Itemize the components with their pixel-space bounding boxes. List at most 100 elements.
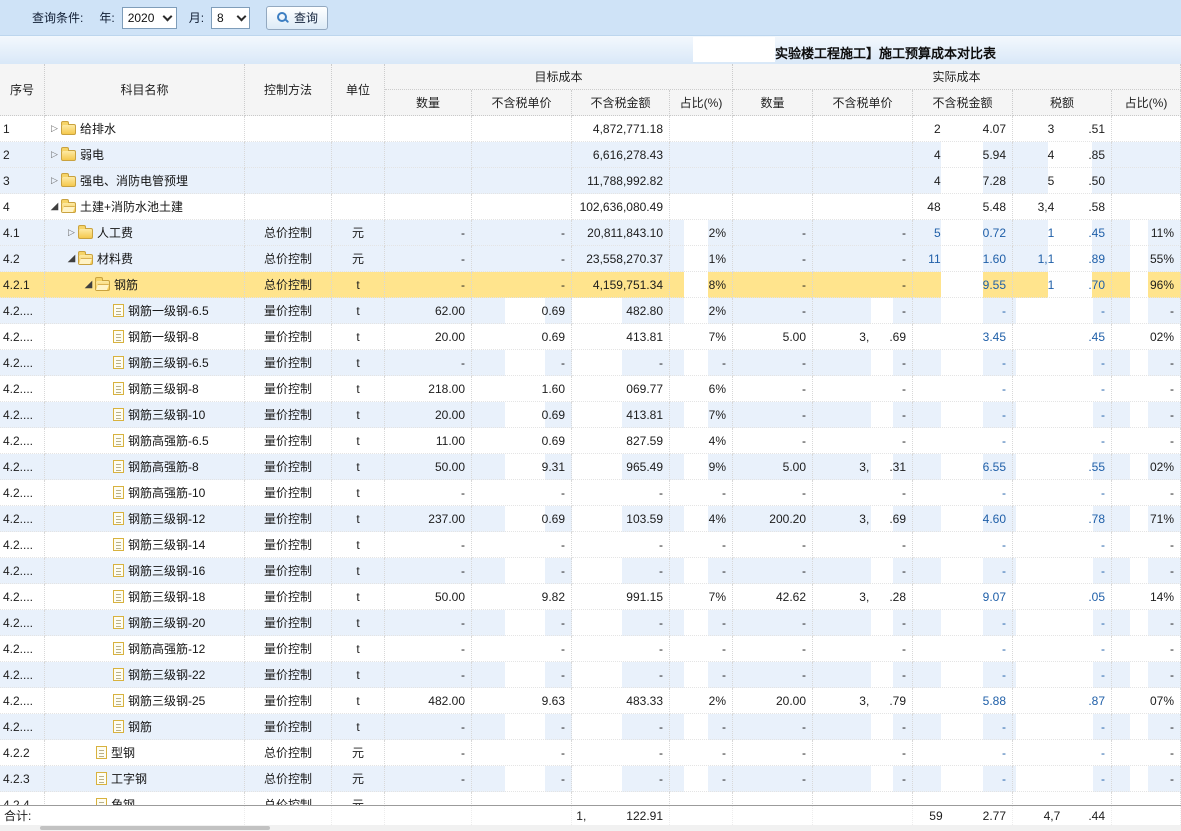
cell-name: ◢材料费 (45, 246, 245, 272)
table-row[interactable]: 4.2....钢筋量价控制t--------- (0, 714, 1181, 740)
expand-icon[interactable]: ▷ (48, 123, 61, 134)
table-row[interactable]: 4.2....钢筋三级钢-20量价控制t--------- (0, 610, 1181, 636)
table-row[interactable]: 4.2....钢筋三级钢-8量价控制t218.001.60069.776%---… (0, 376, 1181, 402)
cell-ap: 3,.31 (813, 454, 913, 480)
cell-tp (472, 168, 572, 194)
year-label: 年: (99, 9, 114, 26)
col-header-target-amount[interactable]: 不含税金额 (572, 90, 670, 116)
table-row[interactable]: 4.2....钢筋高强筋-12量价控制t--------- (0, 636, 1181, 662)
cell-unit: t (332, 714, 385, 740)
table-row[interactable]: 4.2....钢筋三级钢-12量价控制t237.000.69103.594%20… (0, 506, 1181, 532)
search-button[interactable]: 查询 (266, 6, 328, 30)
table-row[interactable]: 1▷给排水4,872,771.1824.073.51 (0, 116, 1181, 142)
total-cell (670, 806, 733, 825)
cell-unit: t (332, 324, 385, 350)
col-header-unit[interactable]: 单位 (332, 64, 385, 116)
cell-unit: t (332, 298, 385, 324)
collapse-icon[interactable]: ◢ (65, 253, 78, 264)
col-header-actual-qty[interactable]: 数量 (733, 90, 813, 116)
cell-aa: - (913, 610, 1013, 636)
cell-tp: - (472, 220, 572, 246)
cell-name: 钢筋一级钢-8 (45, 324, 245, 350)
table-row[interactable]: 4.2....钢筋高强筋-8量价控制t50.009.31965.499%5.00… (0, 454, 1181, 480)
cell-ta: 20,811,843.10 (572, 220, 670, 246)
cell-method: 量价控制 (245, 298, 332, 324)
expand-icon[interactable]: ▷ (48, 175, 61, 186)
cell-method: 量价控制 (245, 506, 332, 532)
col-header-actual-pct[interactable]: 占比(%) (1112, 90, 1181, 116)
table-row[interactable]: 2▷弱电6,616,278.4345.944.85 (0, 142, 1181, 168)
col-header-actual-tax[interactable]: 税额 (1013, 90, 1112, 116)
table-row[interactable]: 4.2....钢筋高强筋-10量价控制t--------- (0, 480, 1181, 506)
col-header-actual-price[interactable]: 不含税单价 (813, 90, 913, 116)
cell-atx: - (1013, 740, 1112, 766)
col-header-name[interactable]: 科目名称 (45, 64, 245, 116)
file-icon (113, 330, 124, 343)
cell-ap: - (813, 714, 913, 740)
table-row[interactable]: 4◢土建+消防水池土建102,636,080.49485.483,4.58 (0, 194, 1181, 220)
folder-icon (61, 124, 76, 135)
table-row[interactable]: 4.2....钢筋三级钢-10量价控制t20.000.69413.817%---… (0, 402, 1181, 428)
col-header-target-qty[interactable]: 数量 (385, 90, 472, 116)
col-header-method[interactable]: 控制方法 (245, 64, 332, 116)
subject-name: 钢筋三级钢-8 (128, 380, 199, 397)
table-row[interactable]: 4.2....钢筋一级钢-6.5量价控制t62.000.69482.802%--… (0, 298, 1181, 324)
cell-method: 总价控制 (245, 220, 332, 246)
cell-tp: - (472, 532, 572, 558)
cell-aq: - (733, 766, 813, 792)
expand-icon[interactable]: ▷ (48, 149, 61, 160)
cell-seq: 4.2 (0, 246, 45, 272)
cost-table: 序号 科目名称 控制方法 单位 目标成本 数量 不含税单价 不含税金额 占比(%… (0, 64, 1181, 831)
subject-name: 给排水 (80, 120, 116, 137)
table-row[interactable]: 4.1▷人工费总价控制元--20,811,843.102%--50.721.45… (0, 220, 1181, 246)
expand-icon[interactable]: ▷ (65, 227, 78, 238)
table-row[interactable]: 4.2....钢筋三级钢-22量价控制t--------- (0, 662, 1181, 688)
cell-aa: - (913, 376, 1013, 402)
collapse-icon[interactable]: ◢ (48, 201, 61, 212)
col-header-target-pct[interactable]: 占比(%) (670, 90, 733, 116)
table-row[interactable]: 4.2◢材料费总价控制元--23,558,270.371%--111.601,1… (0, 246, 1181, 272)
table-row[interactable]: 4.2....钢筋一级钢-8量价控制t20.000.69413.817%5.00… (0, 324, 1181, 350)
cell-tq: 482.00 (385, 688, 472, 714)
horizontal-scrollbar[interactable] (0, 825, 1181, 831)
table-row[interactable]: 4.2.1◢钢筋总价控制t--4,159,751.348%--9.551.709… (0, 272, 1181, 298)
col-header-target-price[interactable]: 不含税单价 (472, 90, 572, 116)
table-row[interactable]: 4.2.2型钢总价控制元--------- (0, 740, 1181, 766)
table-row[interactable]: 4.2....钢筋三级钢-16量价控制t--------- (0, 558, 1181, 584)
table-row[interactable]: 4.2....钢筋高强筋-6.5量价控制t11.000.69827.594%--… (0, 428, 1181, 454)
col-header-seq[interactable]: 序号 (0, 64, 45, 116)
table-row[interactable]: 3▷强电、消防电管预埋11,788,992.8247.285.50 (0, 168, 1181, 194)
cell-ta: 6,616,278.43 (572, 142, 670, 168)
cell-apc: - (1112, 532, 1181, 558)
cell-atx: 1,1.89 (1013, 246, 1112, 272)
table-row[interactable]: 4.2....钢筋三级钢-25量价控制t482.009.63483.332%20… (0, 688, 1181, 714)
table-row[interactable]: 4.2....钢筋三级钢-18量价控制t50.009.82991.157%42.… (0, 584, 1181, 610)
cell-apc (1112, 116, 1181, 142)
cell-seq: 4.2.... (0, 506, 45, 532)
cell-atx: - (1013, 350, 1112, 376)
cell-seq: 4.2.... (0, 532, 45, 558)
cell-ap: - (813, 532, 913, 558)
file-icon (113, 304, 124, 317)
group-header-target: 目标成本 (385, 64, 733, 90)
cell-aa: - (913, 298, 1013, 324)
cell-ta: 102,636,080.49 (572, 194, 670, 220)
cell-atx: - (1013, 636, 1112, 662)
table-row[interactable]: 4.2.4角钢总价控制元--------- (0, 792, 1181, 805)
cell-apc: - (1112, 662, 1181, 688)
file-icon (113, 356, 124, 369)
year-select[interactable]: 2020 (122, 7, 177, 29)
table-row[interactable]: 4.2....钢筋三级钢-6.5量价控制t--------- (0, 350, 1181, 376)
month-select[interactable]: 8 (211, 7, 250, 29)
table-row[interactable]: 4.2.3工字钢总价控制元--------- (0, 766, 1181, 792)
subject-name: 土建+消防水池土建 (80, 198, 183, 215)
cell-unit: t (332, 350, 385, 376)
scrollbar-thumb[interactable] (40, 826, 270, 830)
file-icon (113, 720, 124, 733)
cell-atx: - (1013, 376, 1112, 402)
cell-ta: 965.49 (572, 454, 670, 480)
collapse-icon[interactable]: ◢ (82, 279, 95, 290)
col-header-actual-amount[interactable]: 不含税金额 (913, 90, 1013, 116)
folder-icon (78, 228, 93, 239)
table-row[interactable]: 4.2....钢筋三级钢-14量价控制t--------- (0, 532, 1181, 558)
